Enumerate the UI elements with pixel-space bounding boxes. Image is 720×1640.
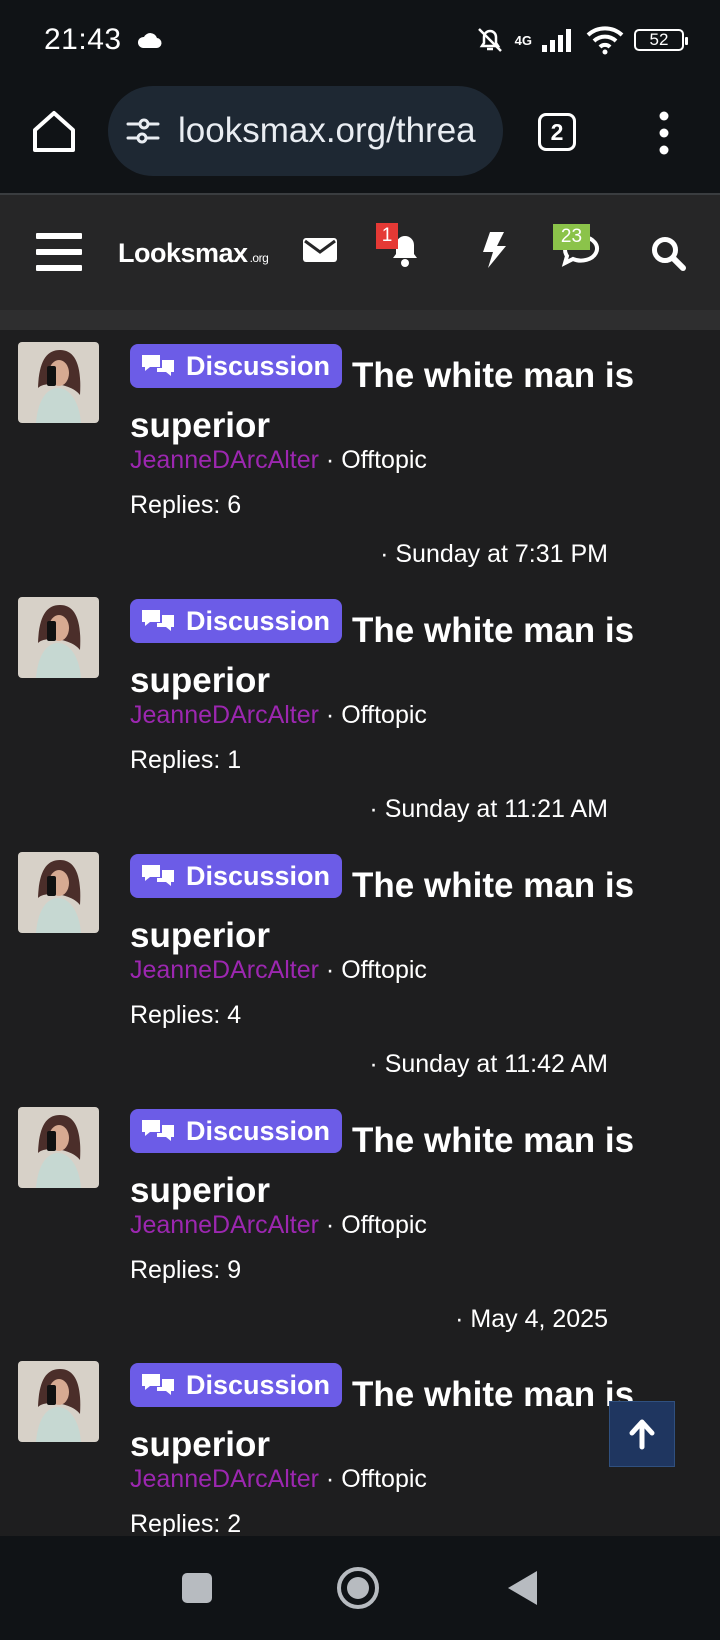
header-divider (0, 310, 720, 330)
thread-forum[interactable]: Offtopic (341, 956, 427, 984)
battery-level: 52 (649, 30, 669, 49)
thread-author[interactable]: JeanneDArcAlter (130, 446, 319, 474)
avatar-photo (18, 1361, 99, 1442)
logo-main-text: Looksmax (118, 238, 248, 268)
thread-list: Discussion The white man is superior Jean… (0, 330, 720, 1536)
thread-author[interactable]: JeanneDArcAlter (130, 701, 319, 729)
site-header (0, 195, 720, 310)
thread-meta: JeanneDArcAlter · Offtopic (130, 1465, 427, 1493)
thread-author[interactable]: JeanneDArcAlter (130, 956, 319, 984)
more-menu-icon[interactable] (652, 110, 676, 156)
thread-date-text: Sunday at 11:21 AM (384, 795, 608, 823)
discussion-prefix-tag[interactable]: Discussion (130, 344, 343, 388)
thread-meta: JeanneDArcAlter · Offtopic (130, 1211, 427, 1239)
user-avatar[interactable] (18, 342, 99, 423)
thread-date-text: Sunday at 11:42 AM (384, 1050, 608, 1078)
tab-switcher-button[interactable]: 2 (538, 113, 576, 151)
thread-replies: Replies: 4 (130, 1001, 242, 1029)
discussion-bubbles-icon (142, 355, 174, 376)
browser-toolbar: looksmax.org/threa 2 (0, 80, 720, 195)
thread-title-line[interactable]: Discussion The white man is superior (130, 1363, 690, 1470)
avatar-photo (18, 597, 99, 678)
site-logo[interactable]: Looksmax .org (118, 238, 269, 269)
recent-apps-square-icon[interactable] (181, 1572, 213, 1604)
discussion-bubbles-icon (142, 1120, 174, 1141)
whats-new-bolt-icon[interactable] (480, 230, 508, 270)
discussion-prefix-tag[interactable]: Discussion (130, 1363, 343, 1407)
hamburger-menu-icon[interactable] (36, 233, 82, 271)
battery-indicator: 52 (634, 29, 688, 51)
muted-bell-icon (477, 28, 502, 52)
network-type-label: 4G (514, 32, 532, 48)
thread-date[interactable]: · Sunday at 11:21 AM (369, 795, 608, 824)
prefix-label: Discussion (186, 1370, 331, 1400)
status-bar: 21:43 4G 52 (0, 0, 720, 80)
thread-title-line[interactable]: Discussion The white man is superior (130, 1109, 690, 1216)
thread-title-line[interactable]: Discussion The white man is superior (130, 344, 690, 451)
conversations-badge: 23 (553, 224, 590, 250)
thread-forum[interactable]: Offtopic (341, 446, 427, 474)
thread-author[interactable]: JeanneDArcAlter (130, 1211, 319, 1239)
discussion-prefix-tag[interactable]: Discussion (130, 1109, 343, 1153)
discussion-bubbles-icon (142, 610, 174, 631)
thread-item[interactable]: Discussion The white man is superior Jean… (0, 840, 720, 1095)
clock: 21:43 (44, 23, 122, 56)
user-avatar[interactable] (18, 1107, 99, 1188)
thread-replies: Replies: 6 (130, 491, 242, 519)
thread-forum[interactable]: Offtopic (341, 701, 427, 729)
thread-meta: JeanneDArcAlter · Offtopic (130, 446, 427, 474)
wifi-icon (586, 26, 624, 55)
inbox-envelope-icon[interactable] (302, 236, 338, 264)
prefix-label: Discussion (186, 606, 331, 636)
arrow-up-icon (629, 1419, 655, 1450)
scroll-to-top-button[interactable] (609, 1401, 675, 1467)
system-navigation-bar (0, 1536, 720, 1640)
logo-suffix-text: .org (249, 251, 269, 265)
thread-author[interactable]: JeanneDArcAlter (130, 1465, 319, 1493)
signal-icon (542, 29, 571, 52)
avatar-photo (18, 852, 99, 933)
thread-date[interactable]: · Sunday at 7:31 PM (380, 540, 608, 569)
user-avatar[interactable] (18, 852, 99, 933)
home-icon[interactable] (28, 106, 80, 158)
site-settings-icon[interactable] (124, 116, 162, 146)
user-avatar[interactable] (18, 1361, 99, 1442)
avatar-photo (18, 342, 99, 423)
alerts-badge: 1 (376, 223, 398, 249)
prefix-label: Discussion (186, 861, 331, 891)
thread-replies: Replies: 1 (130, 746, 242, 774)
thread-forum[interactable]: Offtopic (341, 1211, 427, 1239)
prefix-label: Discussion (186, 1116, 331, 1146)
discussion-bubbles-icon (142, 1374, 174, 1395)
search-icon[interactable] (650, 235, 686, 271)
avatar-photo (18, 1107, 99, 1188)
thread-replies: Replies: 2 (130, 1510, 242, 1536)
thread-item[interactable]: Discussion The white man is superior Jean… (0, 330, 720, 585)
user-avatar[interactable] (18, 597, 99, 678)
thread-date-text: May 4, 2025 (470, 1305, 608, 1333)
thread-meta: JeanneDArcAlter · Offtopic (130, 956, 427, 984)
url-text[interactable]: looksmax.org/threa (178, 111, 476, 151)
discussion-bubbles-icon (142, 865, 174, 886)
home-circle-icon[interactable] (336, 1566, 380, 1610)
thread-meta: JeanneDArcAlter · Offtopic (130, 701, 427, 729)
thread-title-line[interactable]: Discussion The white man is superior (130, 854, 690, 961)
thread-item[interactable]: Discussion The white man is superior Jean… (0, 585, 720, 840)
thread-date-text: Sunday at 7:31 PM (395, 540, 608, 568)
discussion-prefix-tag[interactable]: Discussion (130, 599, 343, 643)
thread-date[interactable]: · May 4, 2025 (455, 1305, 608, 1334)
back-triangle-icon[interactable] (505, 1569, 539, 1607)
discussion-prefix-tag[interactable]: Discussion (130, 854, 343, 898)
thread-replies: Replies: 9 (130, 1256, 242, 1284)
thread-forum[interactable]: Offtopic (341, 1465, 427, 1493)
thread-item[interactable]: Discussion The white man is superior Jean… (0, 1095, 720, 1350)
cloud-icon (137, 33, 162, 49)
address-bar[interactable]: looksmax.org/threa (108, 86, 503, 176)
thread-date[interactable]: · Sunday at 11:42 AM (369, 1050, 608, 1079)
prefix-label: Discussion (186, 351, 331, 381)
thread-title-line[interactable]: Discussion The white man is superior (130, 599, 690, 706)
